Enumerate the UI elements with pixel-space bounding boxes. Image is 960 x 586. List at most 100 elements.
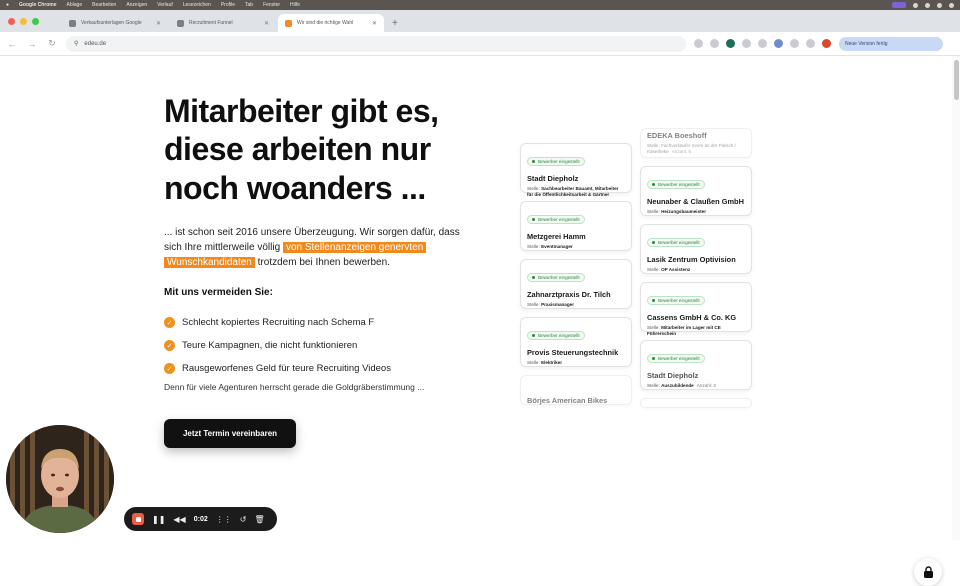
book-appointment-button[interactable]: Jetzt Termin vereinbaren xyxy=(164,419,296,448)
tab-favicon-icon xyxy=(177,19,184,27)
hero-title: Mitarbeiter gibt es, diese arbeiten nur … xyxy=(164,92,504,207)
stop-recording-button[interactable] xyxy=(132,513,144,525)
client-role: Stelle: Fachverkäufer Innen an der Fleis… xyxy=(647,143,736,155)
client-name: Neunaber & Claußen GmbH xyxy=(647,197,744,206)
scrollbar-thumb[interactable] xyxy=(954,60,959,100)
client-card: Bewerber eingestellt Stadt Diepholz Stel… xyxy=(520,143,632,197)
menubar-item-lesezeichen[interactable]: Lesezeichen xyxy=(183,2,211,8)
client-card: Börjes American Bikes xyxy=(520,375,632,405)
scrollbar[interactable] xyxy=(952,56,960,540)
window-controls xyxy=(8,18,39,25)
hero-title-line: Mitarbeiter gibt es, xyxy=(164,93,439,129)
menubar-item-ablage[interactable]: Ablage xyxy=(67,2,83,8)
client-card: EDEKA Boeshoff Stelle: Fachverkäufer Inn… xyxy=(640,128,752,158)
status-dot-icon xyxy=(532,218,535,221)
new-tab-button[interactable]: + xyxy=(386,18,404,32)
tab-favicon-icon xyxy=(285,19,292,27)
status-icon[interactable] xyxy=(937,2,942,8)
menubar-item-bearbeiten[interactable]: Bearbeiten xyxy=(92,2,116,8)
menubar-item-fenster[interactable]: Fenster xyxy=(263,2,280,8)
list-item: ✓ Teure Kampagnen, die nicht funktionier… xyxy=(164,334,391,357)
extension-icon[interactable] xyxy=(710,39,719,48)
menubar-item-tab[interactable]: Tab xyxy=(245,2,253,8)
extension-icon[interactable] xyxy=(694,39,703,48)
close-tab-icon[interactable]: ✕ xyxy=(264,20,269,27)
extension-icon[interactable] xyxy=(726,39,735,48)
pause-icon[interactable]: ❚❚ xyxy=(152,515,165,524)
back-button[interactable]: ← xyxy=(6,39,18,49)
menubar-item-verlauf[interactable]: Verlauf xyxy=(157,2,173,8)
extension-icon[interactable] xyxy=(742,39,751,48)
client-name: Börjes American Bikes xyxy=(527,396,608,405)
reload-button[interactable]: ↻ xyxy=(46,38,58,49)
minimize-window-icon[interactable] xyxy=(20,18,27,25)
client-name: Stadt Diepholz xyxy=(527,174,579,183)
browser-toolbar: ← → ↻ ⚲ edeu.de Neue Version fertig xyxy=(0,32,960,56)
undo-icon[interactable]: ↺ xyxy=(240,515,247,524)
status-dot-icon xyxy=(532,276,535,279)
extension-icon[interactable] xyxy=(790,39,799,48)
extension-icon[interactable] xyxy=(774,39,783,48)
status-icon[interactable] xyxy=(949,2,954,8)
avoid-heading: Mit uns vermeiden Sie: xyxy=(164,287,273,298)
extension-icon[interactable] xyxy=(758,39,767,48)
address-bar[interactable]: ⚲ edeu.de xyxy=(66,35,686,52)
lead-text-end: trotzdem bei Ihnen bewerben. xyxy=(257,257,390,268)
client-role: Stelle: Sachbearbeiter Bauamt, Mitarbeit… xyxy=(527,186,619,198)
forward-button[interactable]: → xyxy=(26,39,38,49)
rewind-icon[interactable]: ◀◀ xyxy=(173,515,185,524)
client-role: Stelle: Mitarbeiter im Lager mit CE Führ… xyxy=(647,325,721,337)
status-badge: Bewerber eingestellt xyxy=(527,215,585,224)
hero-title-line: noch woanders ... xyxy=(164,169,426,206)
tab-title: Recruitment Funnel xyxy=(189,20,233,26)
lock-icon xyxy=(923,566,933,578)
browser-tab[interactable]: Recruitment Funnel ✕ xyxy=(170,14,276,32)
close-window-icon[interactable] xyxy=(8,18,15,25)
recording-controls: ❚❚ ◀◀ 0:02 ⋮⋮ ↺ 🗑 xyxy=(124,507,277,531)
browser-tab[interactable]: Verkaufsunterlagen Google ✕ xyxy=(62,14,168,32)
client-card: Bewerber eingestellt Stadt Diepholz Stel… xyxy=(640,340,752,390)
menubar-item-hilfe[interactable]: Hilfe xyxy=(290,2,300,8)
list-item: ✓ Rausgeworfenes Geld für teure Recruiti… xyxy=(164,357,391,380)
client-role: Stelle: Auszubildende Anzahl: 2 xyxy=(647,383,716,388)
site-info-icon[interactable]: ⚲ xyxy=(74,40,78,47)
zoom-window-icon[interactable] xyxy=(32,18,39,25)
status-icon[interactable] xyxy=(925,2,930,8)
tab-title: Wir sind die richtige Wahl xyxy=(297,20,354,26)
url-text: edeu.de xyxy=(84,40,107,47)
grid-icon[interactable]: ⋮⋮ xyxy=(216,515,232,524)
avoid-item-text: Teure Kampagnen, die nicht funktionieren xyxy=(182,340,358,351)
check-icon: ✓ xyxy=(164,340,175,351)
menubar-item-anzeigen[interactable]: Anzeigen xyxy=(126,2,147,8)
status-icon[interactable] xyxy=(913,2,918,8)
webcam-bubble[interactable] xyxy=(6,425,114,533)
close-tab-icon[interactable]: ✕ xyxy=(372,20,377,27)
update-browser-button[interactable]: Neue Version fertig xyxy=(839,36,943,51)
apple-icon[interactable]: ● xyxy=(6,2,9,8)
close-tab-icon[interactable]: ✕ xyxy=(156,20,161,27)
menubar-app-name[interactable]: Google Chrome xyxy=(19,2,57,8)
client-card xyxy=(640,398,752,408)
check-icon: ✓ xyxy=(164,317,175,328)
lead-highlight: von Stellenanzeigen genervten xyxy=(282,242,427,253)
status-dot-icon xyxy=(532,160,535,163)
lock-button[interactable] xyxy=(914,558,942,586)
footnote-text: Denn für viele Agenturen herrscht gerade… xyxy=(164,382,425,392)
client-card: Bewerber eingestellt Provis Steuerungste… xyxy=(520,317,632,367)
browser-tab-active[interactable]: Wir sind die richtige Wahl ✕ xyxy=(278,14,384,32)
webcam-person-image xyxy=(6,425,114,533)
status-pill-icon[interactable] xyxy=(892,2,906,8)
avatar[interactable] xyxy=(822,39,831,48)
extension-icon[interactable] xyxy=(806,39,815,48)
tab-title: Verkaufsunterlagen Google xyxy=(81,20,142,26)
trash-icon[interactable]: 🗑 xyxy=(254,515,264,524)
menubar-item-profile[interactable]: Profile xyxy=(221,2,235,8)
status-badge: Bewerber eingestellt xyxy=(647,238,705,247)
client-name: Stadt Diepholz xyxy=(647,371,699,380)
os-menubar: ● Google Chrome Ablage Bearbeiten Anzeig… xyxy=(0,0,960,10)
status-dot-icon xyxy=(652,241,655,244)
client-name: Cassens GmbH & Co. KG xyxy=(647,313,737,322)
client-name: Provis Steuerungstechnik xyxy=(527,348,619,357)
client-card: Bewerber eingestellt Neunaber & Claußen … xyxy=(640,166,752,216)
status-badge: Bewerber eingestellt xyxy=(647,296,705,305)
